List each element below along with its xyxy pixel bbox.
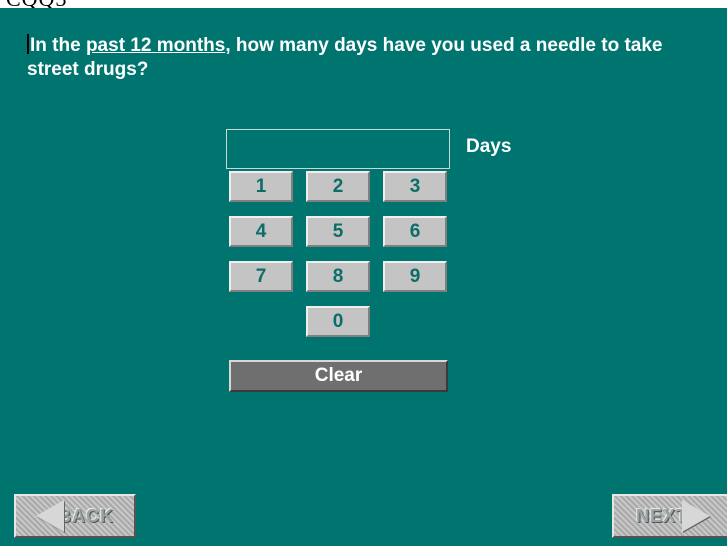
key-6[interactable]: 6 [383,216,447,247]
text-cursor [27,34,29,54]
key-0[interactable]: 0 [306,306,370,337]
key-1[interactable]: 1 [229,171,293,202]
key-4[interactable]: 4 [229,216,293,247]
days-unit-label: Days [466,136,512,157]
back-button[interactable]: BACK [14,494,136,538]
key-3[interactable]: 3 [383,171,447,202]
question-emphasis: past 12 months [85,35,226,56]
left-arrow-icon [36,500,64,532]
days-input[interactable] [226,129,450,169]
top-strip: CQQ3 [0,0,727,8]
back-label: BACK [58,505,114,526]
key-2[interactable]: 2 [306,171,370,202]
key-7[interactable]: 7 [229,261,293,292]
clear-button[interactable]: Clear [229,360,448,392]
key-5[interactable]: 5 [306,216,370,247]
header-partial-text: CQQ3 [6,0,67,8]
next-button[interactable]: NEXT [612,494,727,538]
key-8[interactable]: 8 [306,261,370,292]
key-9[interactable]: 9 [383,261,447,292]
next-label: NEXT [635,505,688,526]
survey-screen: In the past 12 months, how many days hav… [0,8,727,546]
question-prefix: In the [30,35,86,56]
question-text: In the past 12 months, how many days hav… [27,34,707,82]
right-arrow-icon [682,500,710,532]
